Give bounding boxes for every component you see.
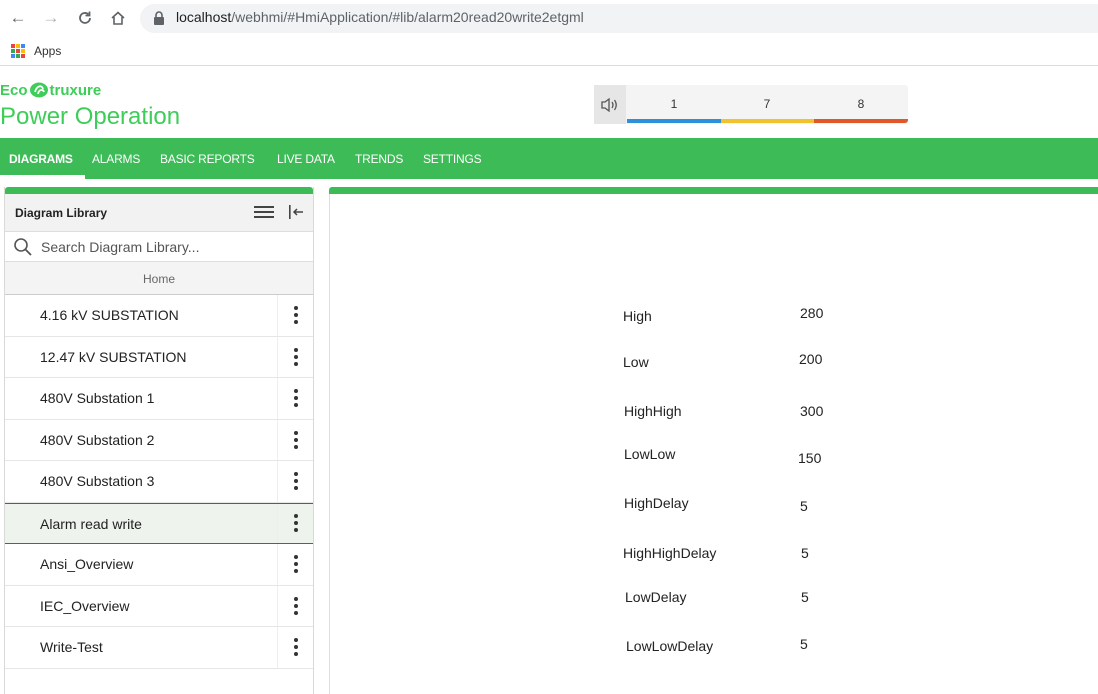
diagram-item-label: Alarm read write	[40, 515, 142, 532]
param-value[interactable]: 5	[801, 545, 809, 561]
param-label: LowLowDelay	[626, 638, 714, 654]
ecostruxure-logo: Eco truxure	[0, 81, 101, 99]
nav-diagrams[interactable]: DIAGRAMS	[9, 152, 73, 166]
speaker-icon[interactable]	[594, 85, 626, 124]
diagram-library-panel: Diagram Library Home 4.16 kV SUBSTATION 1…	[4, 187, 314, 694]
url-host: localhost	[176, 9, 232, 25]
nav-basic-reports[interactable]: BASIC REPORTS	[160, 152, 255, 166]
alarm-bar-medium	[721, 119, 814, 123]
browser-toolbar: ← → localhost/webhmi/#HmiApplication/#li…	[0, 0, 1098, 36]
alarm-count-low[interactable]: 8	[851, 97, 871, 111]
app-header: Eco truxure Power Operation 1 7 8	[0, 70, 1098, 138]
bookmarks-bar: Apps	[0, 36, 1098, 66]
more-options-icon[interactable]	[277, 378, 313, 419]
diagram-item-label: 480V Substation 2	[40, 431, 155, 448]
product-name: Power Operation	[0, 103, 181, 130]
param-value[interactable]: 200	[799, 351, 822, 367]
param-label: HighHighDelay	[623, 545, 717, 561]
collapse-panel-icon[interactable]	[287, 203, 305, 221]
logo-truxure: truxure	[49, 82, 102, 99]
forward-arrow-icon[interactable]: →	[39, 6, 63, 30]
alarm-summary[interactable]: 1 7 8	[594, 85, 908, 124]
main-nav: DIAGRAMS ALARMS BASIC REPORTS LIVE DATA …	[0, 138, 1098, 179]
url-path: /webhmi/#HmiApplication/#lib/alarm20read…	[231, 9, 584, 25]
diagram-item-label: 480V Substation 1	[40, 390, 155, 406]
param-label: HighDelay	[624, 495, 689, 511]
more-options-icon[interactable]	[277, 544, 313, 585]
hamburger-menu-icon[interactable]	[254, 204, 274, 220]
diagram-item-label: Write-Test	[40, 639, 103, 655]
param-value[interactable]: 280	[800, 305, 823, 321]
search-input[interactable]	[41, 235, 301, 259]
panel-accent-bar	[5, 187, 313, 194]
more-options-icon[interactable]	[277, 336, 313, 377]
more-options-icon[interactable]	[277, 461, 313, 502]
nav-alarms[interactable]: ALARMS	[92, 152, 140, 166]
library-header: Diagram Library	[5, 194, 313, 232]
param-label: LowLow	[624, 446, 676, 462]
more-options-icon[interactable]	[277, 503, 313, 543]
alarm-bar-low	[814, 119, 908, 123]
nav-settings[interactable]: SETTINGS	[423, 152, 482, 166]
apps-bookmark[interactable]: Apps	[34, 44, 61, 58]
content-accent-bar	[329, 187, 1098, 194]
param-value[interactable]: 5	[800, 636, 808, 652]
list-item[interactable]: Write-Test	[5, 627, 313, 669]
list-item[interactable]: 4.16 kV SUBSTATION	[5, 295, 313, 337]
more-options-icon[interactable]	[277, 419, 313, 460]
library-search	[5, 232, 313, 262]
list-item[interactable]: 12.47 kV SUBSTATION	[5, 336, 313, 378]
diagram-canvas: High 280 Low 200 HighHigh 300 LowLow 150 HighDel…	[329, 194, 1098, 694]
nav-live-data[interactable]: LIVE DATA	[277, 152, 335, 166]
diagram-item-label: 4.16 kV SUBSTATION	[40, 307, 179, 323]
nav-trends[interactable]: TRENDS	[355, 152, 403, 166]
diagram-item-label: 480V Substation 3	[40, 473, 155, 489]
list-item[interactable]: 480V Substation 1	[5, 378, 313, 420]
list-item[interactable]: 480V Substation 2	[5, 419, 313, 461]
diagram-item-label: Ansi_Overview	[40, 556, 134, 572]
logo-eco: Eco	[0, 82, 28, 99]
home-icon[interactable]	[106, 6, 130, 30]
home-label: Home	[142, 272, 175, 286]
param-label: HighHigh	[624, 403, 682, 419]
library-title: Diagram Library	[15, 206, 108, 220]
more-options-icon[interactable]	[277, 585, 313, 626]
diagram-item-label: IEC_Overview	[40, 597, 130, 614]
nav-active-indicator	[0, 175, 85, 179]
url-text[interactable]: localhost/webhmi/#HmiApplication/#lib/al…	[176, 9, 584, 25]
reload-icon[interactable]	[73, 6, 97, 30]
alarm-count-medium[interactable]: 7	[757, 97, 777, 111]
param-value[interactable]: 5	[800, 498, 808, 514]
logo-swirl-icon	[29, 82, 48, 98]
back-arrow-icon[interactable]: ←	[6, 6, 30, 30]
param-label: High	[623, 308, 652, 324]
list-item[interactable]: IEC_Overview	[5, 585, 313, 627]
apps-grid-icon[interactable]	[11, 44, 25, 58]
breadcrumb-home[interactable]: Home	[5, 262, 313, 295]
list-item[interactable]: 480V Substation 3	[5, 461, 313, 503]
diagram-list: 4.16 kV SUBSTATION 12.47 kV SUBSTATION 480…	[5, 295, 313, 669]
diagram-item-label: 12.47 kV SUBSTATION	[40, 348, 187, 365]
lock-icon	[154, 11, 164, 25]
param-value[interactable]: 300	[800, 403, 823, 419]
param-value[interactable]: 5	[801, 589, 809, 605]
param-label: Low	[623, 354, 649, 370]
param-label: LowDelay	[625, 589, 687, 605]
list-item[interactable]: Alarm read write	[5, 502, 313, 544]
more-options-icon[interactable]	[277, 627, 313, 668]
list-item[interactable]: Ansi_Overview	[5, 544, 313, 586]
alarm-count-high[interactable]: 1	[664, 97, 684, 111]
search-icon	[14, 238, 32, 256]
more-options-icon[interactable]	[277, 295, 313, 336]
param-value[interactable]: 150	[798, 450, 821, 466]
alarm-bar-high	[627, 119, 721, 123]
